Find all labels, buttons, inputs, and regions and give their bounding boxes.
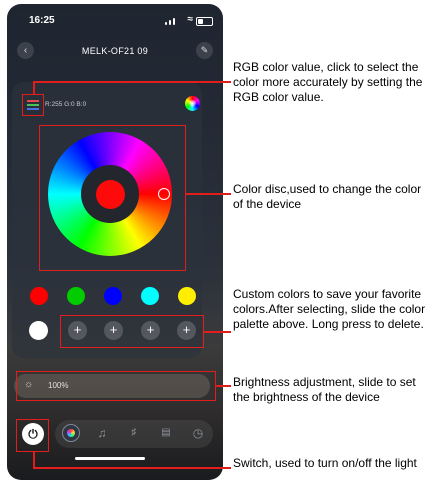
custom-highlight-box <box>60 315 204 348</box>
custom-annotation: Custom colors to save your favorite colo… <box>233 287 426 331</box>
switch-connector <box>33 467 231 469</box>
preset-color-cyan[interactable] <box>141 287 159 305</box>
custom-color-white[interactable] <box>29 321 48 340</box>
battery-icon <box>196 17 213 26</box>
home-indicator <box>75 457 145 460</box>
rgb-annotation: RGB color value, click to select the col… <box>233 60 423 104</box>
preset-color-red[interactable] <box>30 287 48 305</box>
scene-icon[interactable]: ▤ <box>158 425 174 441</box>
switch-highlight-box <box>16 419 49 452</box>
timer-icon[interactable]: ◷ <box>190 425 206 441</box>
status-bar: 16:25 ≈ <box>7 4 223 32</box>
color-palette-icon[interactable] <box>185 96 200 111</box>
preset-color-yellow[interactable] <box>178 287 196 305</box>
signal-icon <box>165 17 179 25</box>
color-wheel-icon[interactable] <box>62 424 80 442</box>
disc-connector <box>186 193 231 195</box>
disc-highlight-box <box>39 125 186 271</box>
brightness-highlight-box <box>16 371 216 401</box>
custom-connector <box>204 331 231 333</box>
wifi-icon: ≈ <box>187 14 194 25</box>
rgb-highlight-box <box>22 94 44 116</box>
brightness-connector <box>216 385 231 387</box>
status-time: 16:25 <box>29 15 55 26</box>
edit-button[interactable]: ✎ <box>196 42 213 59</box>
nav-bar: ‹ MELK-OF21 09 ✎ <box>7 38 223 64</box>
disc-annotation: Color disc,used to change the color of t… <box>233 182 422 211</box>
pencil-icon: ✎ <box>200 45 209 55</box>
preset-color-green[interactable] <box>67 287 85 305</box>
page-title: MELK-OF21 09 <box>81 46 149 56</box>
switch-annotation: Switch, used to turn on/off the light <box>233 456 417 470</box>
music-note-icon[interactable]: ♫ <box>94 425 110 441</box>
mixer-sliders-icon[interactable]: ♯ <box>126 425 142 441</box>
brightness-annotation: Brightness adjustment, slide to set the … <box>233 375 416 404</box>
preset-color-blue[interactable] <box>104 287 122 305</box>
rgb-value-text[interactable]: R:255 G:0 B:0 <box>45 101 86 108</box>
rgb-connector <box>33 81 231 83</box>
